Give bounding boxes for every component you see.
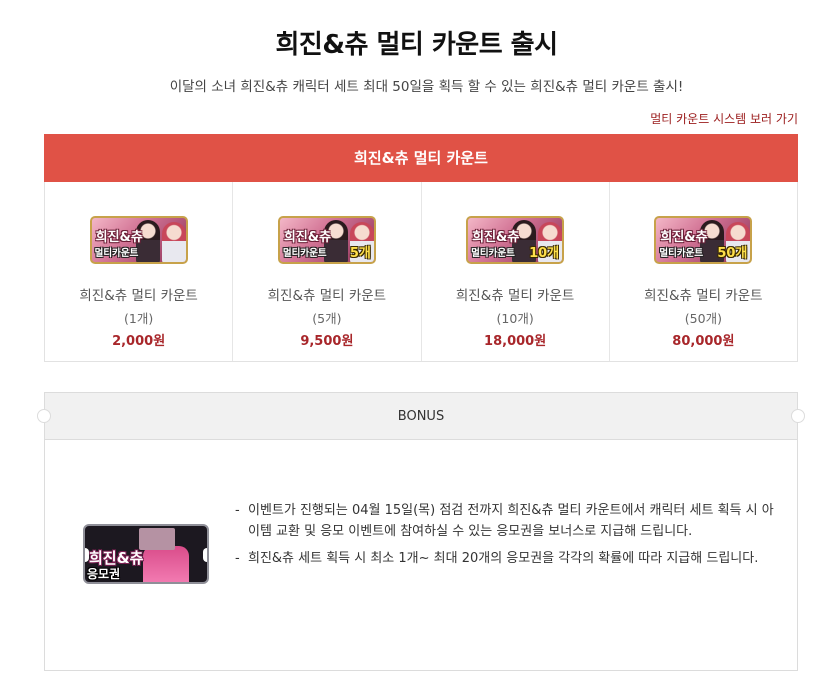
product-name: 희진&츄 멀티 카운트 (455, 288, 575, 304)
thumbnail-subtitle: 멀티카운트 (659, 248, 704, 259)
product-thumbnail: 희진&츄 멀티카운트 10개 (466, 216, 565, 264)
thumbnail-title: 희진&츄 (283, 230, 332, 245)
product-name: 희진&츄 멀티 카운트 (267, 288, 387, 304)
product-item-5[interactable]: 희진&츄 멀티카운트 5개 희진&츄 멀티 카운트 (5개) 9,500원 (233, 182, 422, 361)
ticket-cutout (203, 548, 207, 562)
page-title: 희진&츄 멀티 카운트 출시 (275, 30, 558, 60)
blurred-face (139, 528, 175, 550)
thumbnail-count-badge: 50개 (717, 246, 748, 261)
thumbnail-count-badge: 10개 (529, 246, 560, 261)
bonus-header: BONUS (37, 393, 805, 440)
ticket-cutout (85, 548, 89, 562)
product-quantity: (50개) (684, 311, 722, 326)
product-item-50[interactable]: 희진&츄 멀티카운트 50개 희진&츄 멀티 카운트 (50개) 80,000원 (610, 182, 797, 361)
product-list: 희진&츄 멀티카운트 희진&츄 멀티 카운트 (1개) 2,000원 희진&츄 … (45, 182, 797, 361)
thumbnail-subtitle: 멀티카운트 (282, 248, 327, 259)
product-thumbnail: 희진&츄 멀티카운트 (89, 216, 188, 264)
bonus-panel: BONUS 희진&츄 응모권 이벤트가 진행되는 04월 15일(목) 점검 전… (37, 392, 805, 671)
thumbnail-subtitle: 멀티카운트 (471, 248, 515, 259)
product-price: 18,000원 (484, 334, 547, 349)
product-name: 희진&츄 멀티 카운트 (644, 288, 763, 304)
product-quantity: (5개) (312, 311, 342, 326)
product-quantity: (1개) (124, 311, 154, 326)
thumbnail-title: 희진&츄 (472, 230, 520, 245)
product-item-10[interactable]: 희진&츄 멀티카운트 10개 희진&츄 멀티 카운트 (10개) 18,000원 (422, 182, 610, 361)
bonus-description-list: 이벤트가 진행되는 04월 15일(목) 점검 전까지 희진&츄 멀티 카운트에… (235, 500, 775, 575)
product-panel-header: 희진&츄 멀티 카운트 (44, 134, 798, 182)
bonus-description-item: 희진&츄 세트 획득 시 최소 1개~ 최대 20개의 응모권을 각각의 확률에… (235, 548, 775, 569)
product-thumbnail: 희진&츄 멀티카운트 5개 (277, 216, 376, 264)
product-panel: 희진&츄 멀티 카운트 희진&츄 멀티카운트 희진&츄 멀티 카운트 (1개) … (44, 134, 798, 362)
product-price: 2,000원 (112, 334, 166, 349)
character-image (161, 222, 186, 262)
thumbnail-title: 희진&츄 (660, 230, 708, 245)
entry-ticket-image: 희진&츄 응모권 (83, 524, 209, 584)
thumbnail-subtitle: 멀티카운트 (94, 248, 139, 259)
ticket-notch-decoration (37, 409, 51, 423)
thumbnail-title: 희진&츄 (95, 230, 143, 245)
ticket-subtitle: 응모권 (87, 567, 121, 581)
multi-count-system-link[interactable]: 멀티 카운트 시스템 보러 가기 (650, 110, 798, 127)
product-price: 9,500원 (300, 334, 354, 349)
bonus-description-item: 이벤트가 진행되는 04월 15일(목) 점검 전까지 희진&츄 멀티 카운트에… (235, 500, 775, 542)
bonus-title: BONUS (397, 409, 445, 424)
product-name: 희진&츄 멀티 카운트 (79, 288, 198, 304)
page-subtitle: 이달의 소녀 희진&츄 캐릭터 세트 최대 50일을 획득 할 수 있는 희진&… (169, 79, 684, 95)
product-item-1[interactable]: 희진&츄 멀티카운트 희진&츄 멀티 카운트 (1개) 2,000원 (45, 182, 234, 361)
ticket-notch-decoration (791, 409, 805, 423)
thumbnail-count-badge: 5개 (349, 246, 371, 261)
product-thumbnail: 희진&츄 멀티카운트 50개 (654, 216, 753, 264)
product-price: 80,000원 (672, 334, 735, 349)
product-quantity: (10개) (496, 311, 534, 326)
character-image (143, 546, 189, 582)
